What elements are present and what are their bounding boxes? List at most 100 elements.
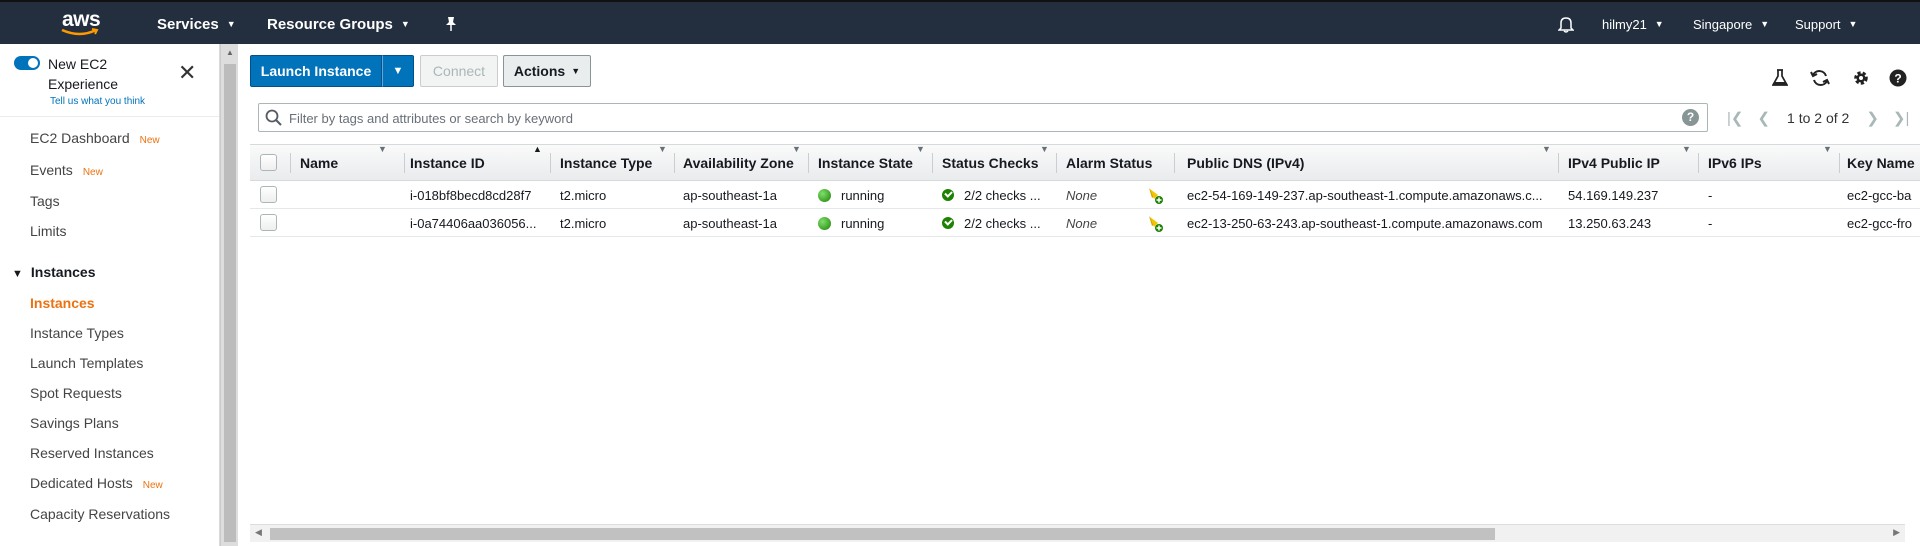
sort-icon[interactable]: ▼ [792,144,802,181]
table-row[interactable]: i-018bf8becd8cd28f7 t2.micro ap-southeas… [250,181,1920,209]
column-header-instance-type[interactable]: Instance Type [560,145,652,181]
sidebar-item-ec2-dashboard[interactable]: EC2 Dashboard New [30,130,160,146]
sort-icon[interactable]: ▼ [658,144,668,181]
add-alarm-icon[interactable] [1146,209,1166,237]
column-header-ipv6[interactable]: IPv6 IPs [1708,145,1762,181]
check-circle-icon [942,217,954,229]
sidebar-item-instances[interactable]: Instances [30,295,95,311]
new-experience-label: New EC2 Experience [48,56,119,92]
launch-instance-dropdown[interactable]: ▼ [382,55,414,87]
scroll-left-icon[interactable]: ◀ [255,527,262,538]
bell-icon [1558,17,1574,33]
sort-icon[interactable]: ▼ [378,144,388,181]
cell-public-dns: ec2-54-169-149-237.ap-southeast-1.comput… [1187,187,1543,203]
support-label: Support [1795,16,1841,32]
sidebar-item-dedicated-hosts[interactable]: Dedicated Hosts New [30,475,163,491]
sidebar-item-launch-templates[interactable]: Launch Templates [30,355,143,371]
user-label: hilmy21 [1602,16,1647,32]
svg-text:?: ? [1894,72,1901,86]
filter-help-icon[interactable]: ? [1682,109,1699,126]
state-label: running [841,187,885,203]
sidebar: New EC2 Experience Tell us what you thin… [0,44,220,546]
sidebar-item-events[interactable]: Events New [30,162,103,178]
sidebar-item-capacity-reservations[interactable]: Capacity Reservations [30,506,170,522]
scrollbar-thumb[interactable] [224,64,236,542]
help-icon[interactable]: ? [1888,68,1908,88]
refresh-icon[interactable] [1810,68,1830,88]
select-all-checkbox[interactable] [260,154,277,171]
table-row[interactable]: i-0a74406aa036056... t2.micro ap-southea… [250,209,1920,237]
cell-availability-zone: ap-southeast-1a [683,187,777,203]
column-header-public-dns[interactable]: Public DNS (IPv4) [1187,145,1304,181]
sidebar-item-tags[interactable]: Tags [30,193,60,209]
cell-key-name: ec2-gcc-fro [1847,215,1913,231]
cell-ipv6: - [1708,187,1713,203]
scroll-right-icon[interactable]: ▶ [1893,527,1900,538]
feedback-link[interactable]: Tell us what you think [50,96,145,107]
pin-button[interactable] [444,2,458,46]
sidebar-item-label: Tags [30,193,60,209]
notifications-button[interactable] [1558,2,1574,46]
support-menu[interactable]: Support ▼ [1795,2,1857,46]
cell-name [300,181,400,209]
actions-button[interactable]: Actions ▼ [503,55,591,87]
sort-icon[interactable]: ▼ [1682,144,1692,181]
sort-icon[interactable]: ▼ [1542,144,1552,181]
row-checkbox[interactable] [260,186,277,203]
new-experience-toggle[interactable] [14,56,40,70]
sidebar-item-spot-requests[interactable]: Spot Requests [30,385,122,401]
sidebar-item-reserved-instances[interactable]: Reserved Instances [30,445,154,461]
sort-icon[interactable]: ▼ [916,144,926,181]
cell-alarm-status: None [1066,215,1098,231]
next-page-icon[interactable]: ❯ [1866,109,1879,127]
first-page-icon[interactable]: |❮ [1727,109,1743,127]
filter-bar: ? [258,103,1708,132]
sidebar-item-instance-types[interactable]: Instance Types [30,325,124,341]
sidebar-item-savings-plans[interactable]: Savings Plans [30,415,119,431]
sort-asc-icon[interactable]: ▲ [533,144,543,181]
sidebar-item-label: Savings Plans [30,415,119,431]
sidebar-item-label: Events [30,162,73,178]
cell-instance-id: i-018bf8becd8cd28f7 [410,187,532,203]
column-header-name[interactable]: Name [300,145,338,181]
sort-icon[interactable]: ▼ [1823,144,1833,181]
sidebar-item-limits[interactable]: Limits [30,223,67,239]
services-menu[interactable]: Services ▼ [157,2,236,46]
search-icon [265,109,282,126]
column-header-instance-state[interactable]: Instance State [818,145,913,181]
add-alarm-icon[interactable] [1146,181,1166,209]
aws-logo[interactable]: aws [60,8,102,38]
column-header-key-name[interactable]: Key Name [1847,145,1915,181]
connect-button[interactable]: Connect [420,55,498,87]
sidebar-item-label: Launch Templates [30,355,144,371]
sidebar-item-label: Instances [30,295,95,311]
column-header-alarm-status[interactable]: Alarm Status [1066,145,1152,181]
cell-instance-type: t2.micro [560,187,607,203]
table-horizontal-scrollbar[interactable]: ◀ ▶ [250,524,1905,542]
column-header-status-checks[interactable]: Status Checks [942,145,1038,181]
region-menu[interactable]: Singapore ▼ [1693,2,1769,46]
close-icon[interactable]: ✕ [178,62,196,84]
flask-icon[interactable] [1770,68,1790,88]
row-checkbox[interactable] [260,214,277,231]
last-page-icon[interactable]: ❯| [1893,109,1909,127]
filter-input[interactable] [289,108,1669,128]
sort-icon[interactable]: ▼ [1040,144,1050,181]
caret-down-icon: ▼ [392,65,404,77]
scrollbar-thumb[interactable] [270,528,1495,540]
resource-groups-menu[interactable]: Resource Groups ▼ [267,2,410,46]
cell-status-checks: 2/2 checks ... [942,181,1054,209]
sidebar-scrollbar[interactable]: ▲ [220,44,238,546]
user-menu[interactable]: hilmy21 ▼ [1602,2,1664,46]
launch-instance-button[interactable]: Launch Instance [250,55,382,87]
cell-instance-type: t2.micro [560,215,607,231]
scroll-up-icon[interactable]: ▲ [226,48,234,57]
gear-icon[interactable] [1851,68,1871,88]
column-header-ipv4[interactable]: IPv4 Public IP [1568,145,1660,181]
pin-icon [446,17,456,31]
chevron-down-icon: ▼ [1654,19,1664,29]
column-header-instance-id[interactable]: Instance ID [410,145,485,181]
prev-page-icon[interactable]: ❮ [1757,109,1770,127]
column-header-availability-zone[interactable]: Availability Zone [683,145,794,181]
section-instances[interactable]: ▼ Instances [12,264,95,280]
